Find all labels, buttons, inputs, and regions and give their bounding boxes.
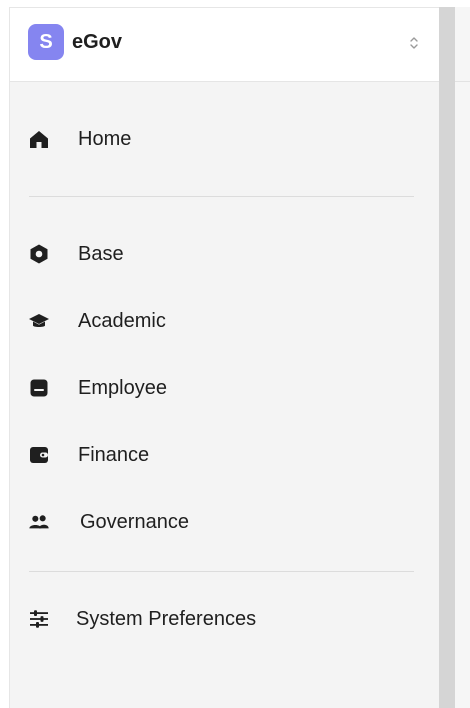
sidebar-item-base[interactable]: Base	[10, 232, 439, 276]
sidebar-item-label: Base	[78, 243, 124, 265]
sidebar-item-home[interactable]: Home	[10, 117, 439, 161]
chevron-up-down-icon	[410, 37, 418, 49]
app-name: eGov	[72, 31, 123, 53]
app-logo-letter: S	[39, 30, 53, 53]
sidebar-item-label: Governance	[80, 511, 189, 533]
id-card-icon	[28, 377, 50, 399]
sidebar-item-employee[interactable]: Employee	[10, 366, 439, 410]
main-content-edge	[455, 7, 470, 708]
graduation-cap-icon	[28, 310, 50, 332]
sidebar-item-system-preferences[interactable]: System Preferences	[10, 597, 439, 641]
sidebar-scrollbar[interactable]	[439, 7, 455, 708]
sidebar-item-label: Academic	[78, 310, 166, 332]
sidebar-item-label: System Preferences	[76, 608, 257, 630]
hexagon-icon	[28, 243, 50, 265]
home-icon	[28, 128, 50, 150]
workspace-switcher[interactable]: S eGov	[10, 8, 439, 82]
nav-divider	[29, 571, 414, 572]
sidebar-item-label: Home	[78, 128, 132, 150]
app-logo: S	[28, 24, 64, 60]
sidebar-item-label: Employee	[78, 377, 167, 399]
header-divider	[455, 81, 470, 82]
wallet-icon	[28, 444, 50, 466]
sidebar-item-finance[interactable]: Finance	[10, 433, 439, 477]
sidebar: S eGov Home Base Academic Employee Finan…	[9, 7, 439, 708]
sliders-icon	[28, 608, 50, 630]
sidebar-item-label: Finance	[78, 444, 150, 466]
nav-divider	[29, 196, 414, 197]
sidebar-item-academic[interactable]: Academic	[10, 299, 439, 343]
sidebar-item-governance[interactable]: Governance	[10, 500, 439, 544]
users-icon	[28, 511, 50, 533]
